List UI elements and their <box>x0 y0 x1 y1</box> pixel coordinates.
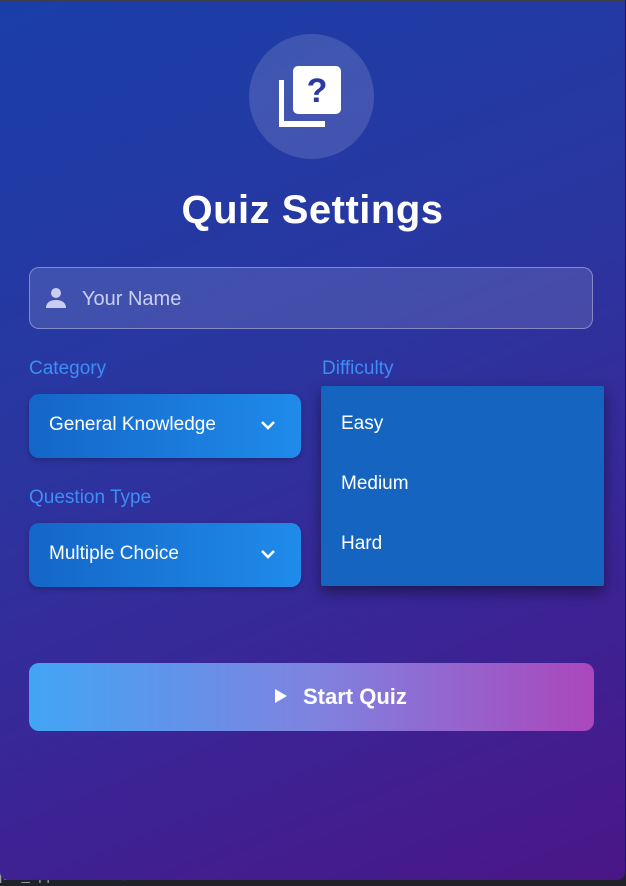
person-icon <box>46 288 66 308</box>
question-type-label: Question Type <box>29 487 152 508</box>
difficulty-option-label: Hard <box>341 533 383 554</box>
question-type-selected-value: Multiple Choice <box>49 543 179 564</box>
page-title: Quiz Settings <box>181 188 444 232</box>
quiz-icon: ? <box>279 66 341 127</box>
category-selected-value: General Knowledge <box>49 414 216 435</box>
difficulty-option-hard[interactable]: Hard <box>321 516 604 576</box>
logo-badge: ? <box>249 34 374 159</box>
start-quiz-label: Start Quiz <box>303 684 407 709</box>
difficulty-label: Difficulty <box>322 358 394 379</box>
name-input[interactable] <box>80 268 584 330</box>
category-label: Category <box>29 358 107 379</box>
chevron-down-icon <box>261 550 275 559</box>
start-quiz-button[interactable]: Start Quiz <box>29 663 594 731</box>
chevron-down-icon <box>261 421 275 430</box>
difficulty-option-label: Medium <box>341 473 409 494</box>
difficulty-option-label: Easy <box>341 413 384 434</box>
play-icon <box>275 689 287 703</box>
difficulty-option-easy[interactable]: Easy <box>321 396 604 456</box>
category-select[interactable]: General Knowledge <box>29 394 301 458</box>
question-type-select[interactable]: Multiple Choice <box>29 523 301 587</box>
svg-text:?: ? <box>307 72 328 110</box>
name-field[interactable] <box>29 267 593 330</box>
difficulty-dropdown-menu: Easy Medium Hard <box>321 386 604 586</box>
quiz-settings-window: ? Quiz Settings Category General Knowled… <box>0 0 625 880</box>
difficulty-option-medium[interactable]: Medium <box>321 456 604 516</box>
